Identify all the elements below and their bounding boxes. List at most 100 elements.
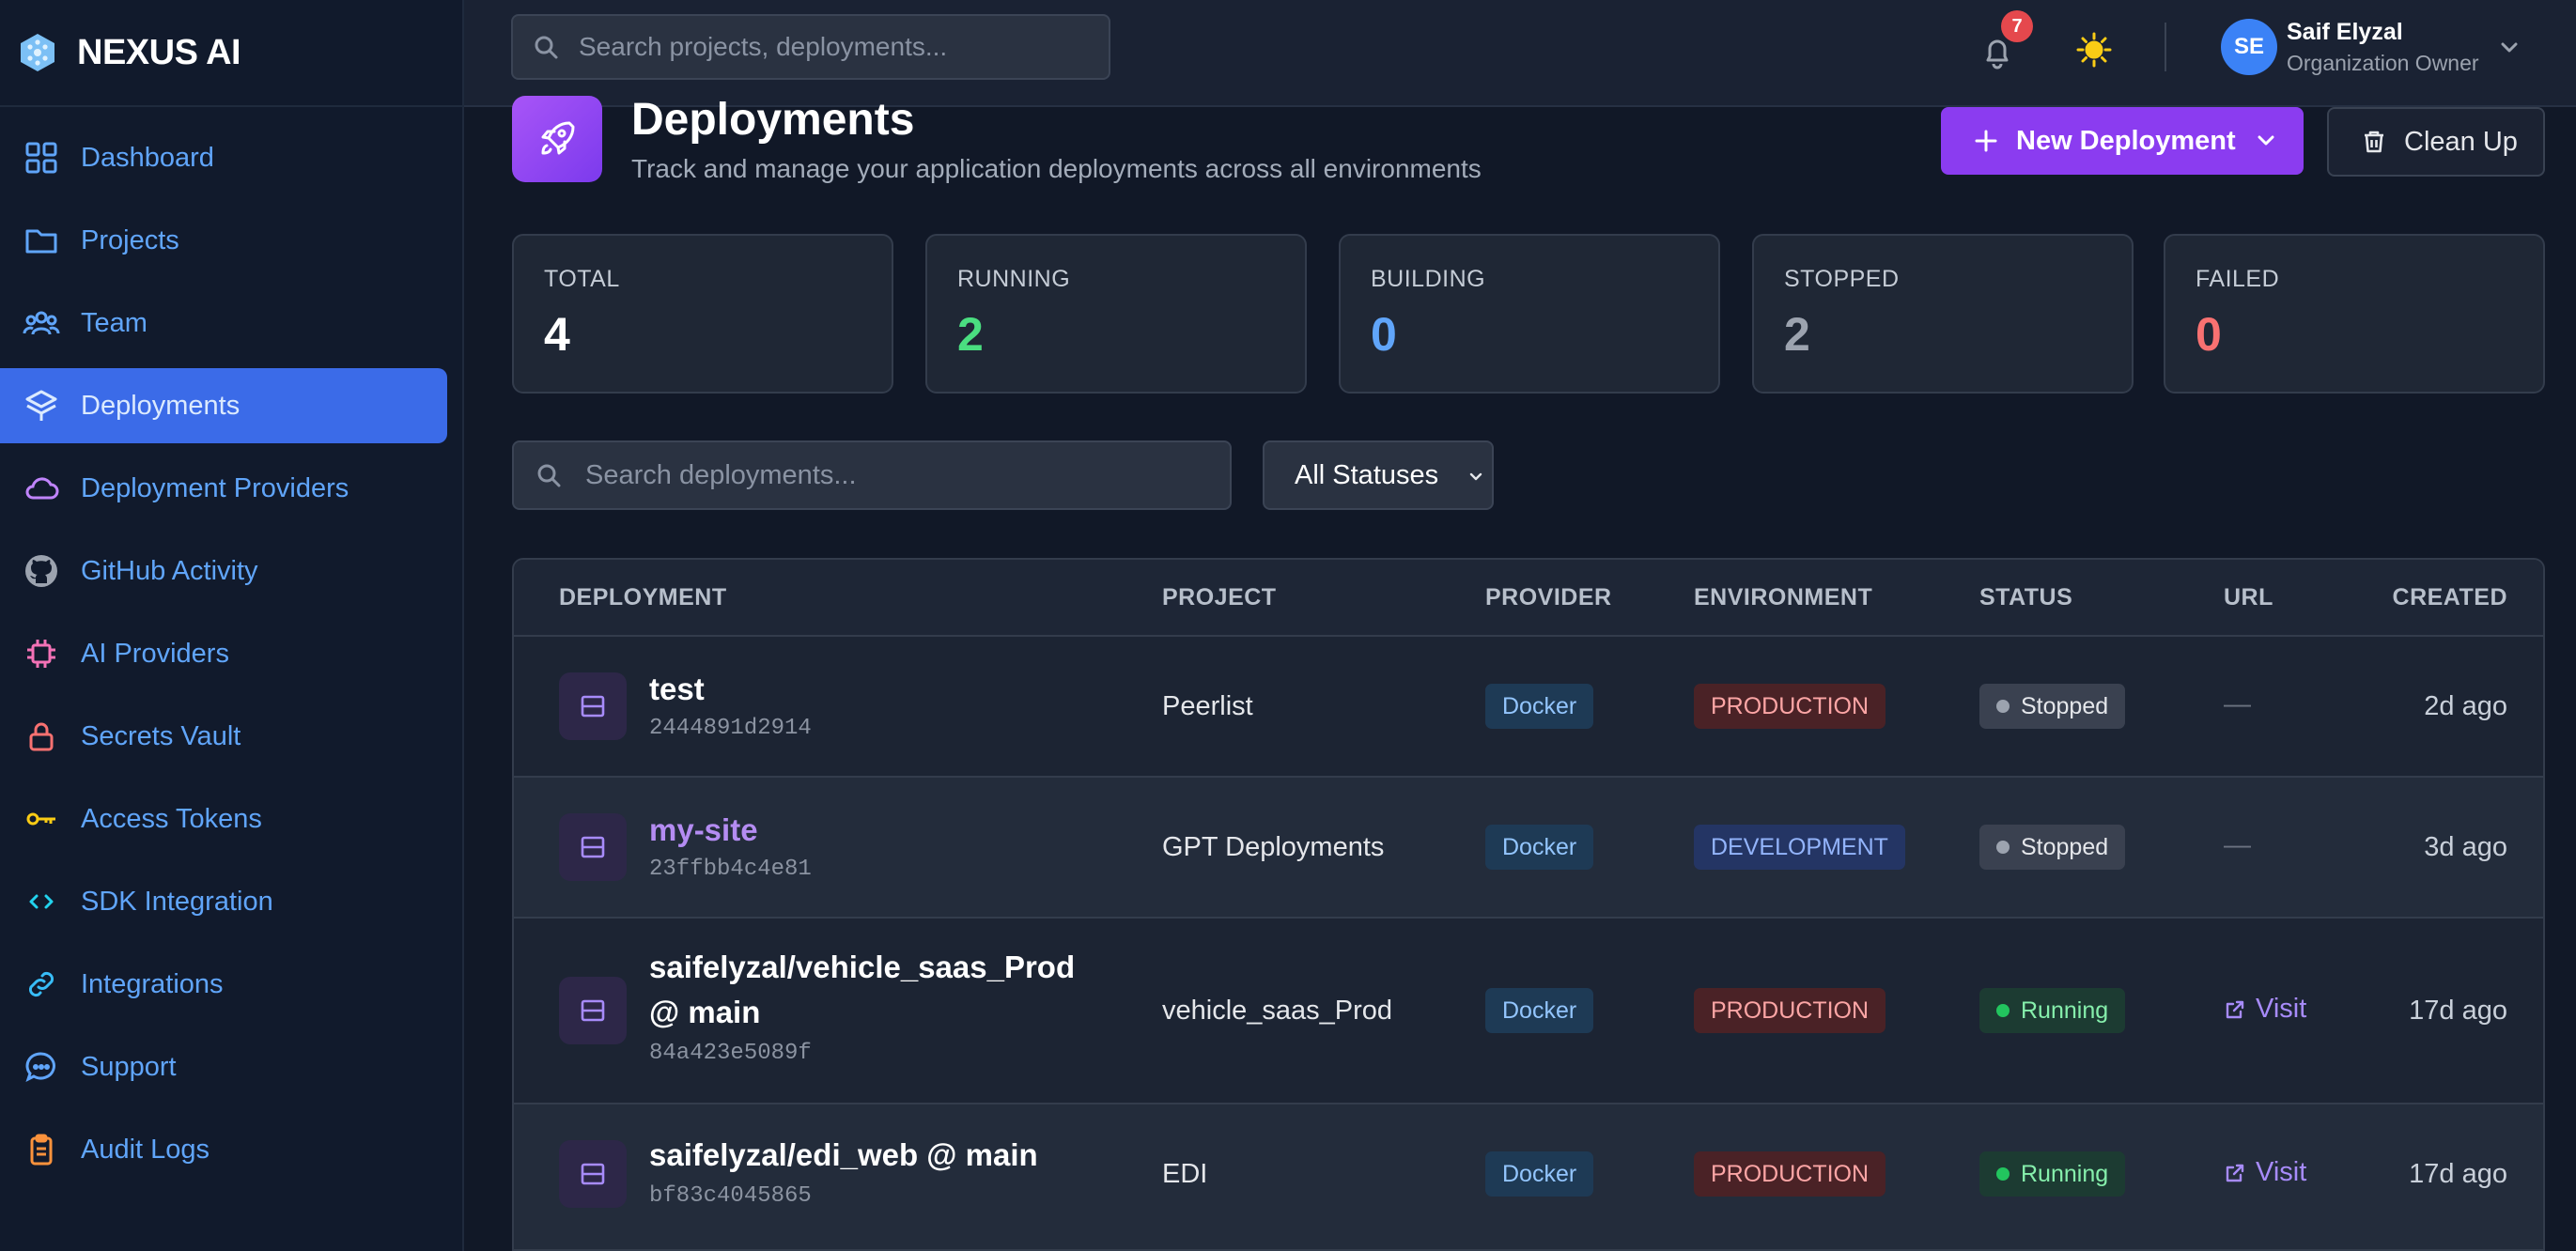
page-icon — [512, 96, 602, 182]
sidebar-item-projects[interactable]: Projects — [0, 203, 447, 278]
sidebar-item-label: Audit Logs — [81, 1134, 210, 1165]
column-header-provider[interactable]: PROVIDER — [1485, 584, 1612, 611]
stat-card-failed: FAILED 0 — [2164, 234, 2545, 394]
new-deployment-button[interactable]: New Deployment — [1941, 107, 2304, 175]
created-cell: 17d ago — [2409, 996, 2507, 1026]
stat-label: TOTAL — [544, 266, 620, 292]
lock-icon — [29, 722, 54, 751]
sidebar-item-deployments[interactable]: Deployments — [0, 368, 447, 443]
stat-value: 0 — [2196, 308, 2222, 361]
link-icon — [28, 971, 54, 997]
server-icon-wrap — [559, 813, 627, 881]
provider-badge: Docker — [1485, 684, 1594, 729]
chevron-down-icon[interactable] — [2495, 34, 2523, 62]
new-deployment-label: New Deployment — [2016, 125, 2236, 156]
sidebar-item-dashboard[interactable]: Dashboard — [0, 120, 447, 195]
deployment-name[interactable]: saifelyzal/edi_web @ main — [649, 1133, 1038, 1178]
team-icon — [23, 311, 60, 335]
deployment-search-input[interactable] — [585, 459, 1196, 491]
deployment-hash: bf83c4045865 — [649, 1183, 812, 1209]
url-empty: — — [2224, 830, 2251, 860]
column-header-environment[interactable]: ENVIRONMENT — [1694, 584, 1872, 611]
column-header-deployment[interactable]: DEPLOYMENT — [559, 584, 727, 611]
deployment-name[interactable]: test — [649, 667, 705, 712]
column-header-project[interactable]: PROJECT — [1162, 584, 1277, 611]
column-header-url[interactable]: URL — [2224, 584, 2273, 611]
sidebar-item-secrets-vault[interactable]: Secrets Vault — [0, 699, 447, 774]
chevron-down-icon — [2258, 135, 2274, 146]
status-label: Stopped — [2021, 833, 2109, 860]
status-badge: Running — [1979, 988, 2126, 1033]
stat-card-stopped: STOPPED 2 — [1752, 234, 2134, 394]
visit-link[interactable]: Visit — [2224, 1157, 2306, 1188]
table-row[interactable]: saifelyzal/vehicle_saas_Prod @ main 84a4… — [514, 919, 2543, 1104]
deployments-table: DEPLOYMENT PROJECT PROVIDER ENVIRONMENT … — [512, 558, 2545, 1251]
server-icon — [581, 999, 605, 1022]
deployment-name[interactable]: my-site — [649, 808, 758, 853]
global-search[interactable] — [511, 14, 1110, 80]
provider-badge: Docker — [1485, 1151, 1594, 1197]
visit-label: Visit — [2256, 994, 2307, 1024]
visit-label: Visit — [2256, 1157, 2307, 1187]
search-icon — [535, 36, 558, 59]
server-icon-wrap — [559, 672, 627, 740]
search-icon — [537, 464, 561, 487]
created-cell: 17d ago — [2409, 1159, 2507, 1189]
user-name[interactable]: Saif Elyzal — [2287, 19, 2403, 46]
avatar[interactable]: SE — [2221, 19, 2277, 75]
sidebar-item-access-tokens[interactable]: Access Tokens — [0, 781, 447, 857]
external-link-icon — [2226, 1000, 2244, 1018]
trash-icon — [2365, 131, 2383, 153]
sun-icon[interactable] — [2071, 26, 2118, 73]
server-icon — [581, 836, 605, 858]
stat-label: STOPPED — [1784, 266, 1900, 292]
sidebar-item-team[interactable]: Team — [0, 286, 447, 361]
visit-link[interactable]: Visit — [2224, 994, 2306, 1025]
status-filter-select[interactable]: All Statuses — [1263, 440, 1494, 510]
external-link-icon — [2226, 1164, 2244, 1182]
dashboard-grid-icon — [25, 142, 57, 174]
sidebar-item-ai-providers[interactable]: AI Providers — [0, 616, 447, 691]
global-search-input[interactable] — [579, 32, 1067, 62]
column-header-created[interactable]: CREATED — [2393, 584, 2507, 611]
deployment-name[interactable]: saifelyzal/vehicle_saas_Prod — [649, 945, 1075, 990]
stat-card-running: RUNNING 2 — [925, 234, 1307, 394]
sidebar-item-audit-logs[interactable]: Audit Logs — [0, 1112, 447, 1187]
sidebar-item-github-activity[interactable]: GitHub Activity — [0, 533, 447, 609]
sidebar-item-label: Integrations — [81, 968, 224, 999]
environment-badge: PRODUCTION — [1694, 988, 1886, 1033]
sidebar-item-deployment-providers[interactable]: Deployment Providers — [0, 451, 447, 526]
deployment-name-branch[interactable]: @ main — [649, 990, 760, 1035]
chevron-down-icon — [1469, 472, 1482, 481]
stat-value: 0 — [1371, 308, 1397, 361]
brand[interactable]: NEXUS AI — [0, 0, 462, 107]
sidebar-nav: Dashboard Projects Team Deployments Depl… — [0, 107, 462, 1187]
environment-badge: DEVELOPMENT — [1694, 825, 1905, 870]
status-badge: Running — [1979, 1151, 2126, 1197]
sidebar: NEXUS AI Dashboard Projects Team Deploym… — [0, 0, 464, 1251]
app-root: NEXUS AI Dashboard Projects Team Deploym… — [0, 0, 2576, 1251]
sidebar-item-support[interactable]: Support — [0, 1029, 447, 1104]
stat-label: RUNNING — [957, 266, 1071, 292]
column-header-status[interactable]: STATUS — [1979, 584, 2072, 611]
sidebar-item-integrations[interactable]: Integrations — [0, 947, 447, 1022]
sidebar-item-label: Team — [81, 307, 147, 338]
status-label: Running — [2021, 1160, 2109, 1187]
table-row[interactable]: test 2444891d2914 Peerlist Docker PRODUC… — [514, 637, 2543, 778]
table-row[interactable]: saifelyzal/edi_web @ main bf83c4045865 E… — [514, 1104, 2543, 1249]
table-row[interactable]: my-site 23ffbb4c4e81 GPT Deployments Doc… — [514, 778, 2543, 919]
sidebar-item-sdk-integration[interactable]: SDK Integration — [0, 864, 447, 939]
sidebar-item-label: Deployments — [81, 390, 241, 421]
server-icon — [581, 695, 605, 718]
server-icon-wrap — [559, 1140, 627, 1208]
stat-value: 4 — [544, 308, 570, 361]
cloud-icon — [25, 477, 59, 500]
topbar: 7 SE Saif Elyzal Organization Owner — [464, 0, 2576, 107]
deployment-search[interactable] — [512, 440, 1232, 510]
stat-card-building: BUILDING 0 — [1339, 234, 1720, 394]
sidebar-item-label: Secrets Vault — [81, 720, 241, 751]
status-dot — [1996, 1004, 2010, 1017]
environment-badge: PRODUCTION — [1694, 684, 1886, 729]
sidebar-item-label: Access Tokens — [81, 803, 262, 834]
clean-up-button[interactable]: Clean Up — [2327, 107, 2545, 177]
